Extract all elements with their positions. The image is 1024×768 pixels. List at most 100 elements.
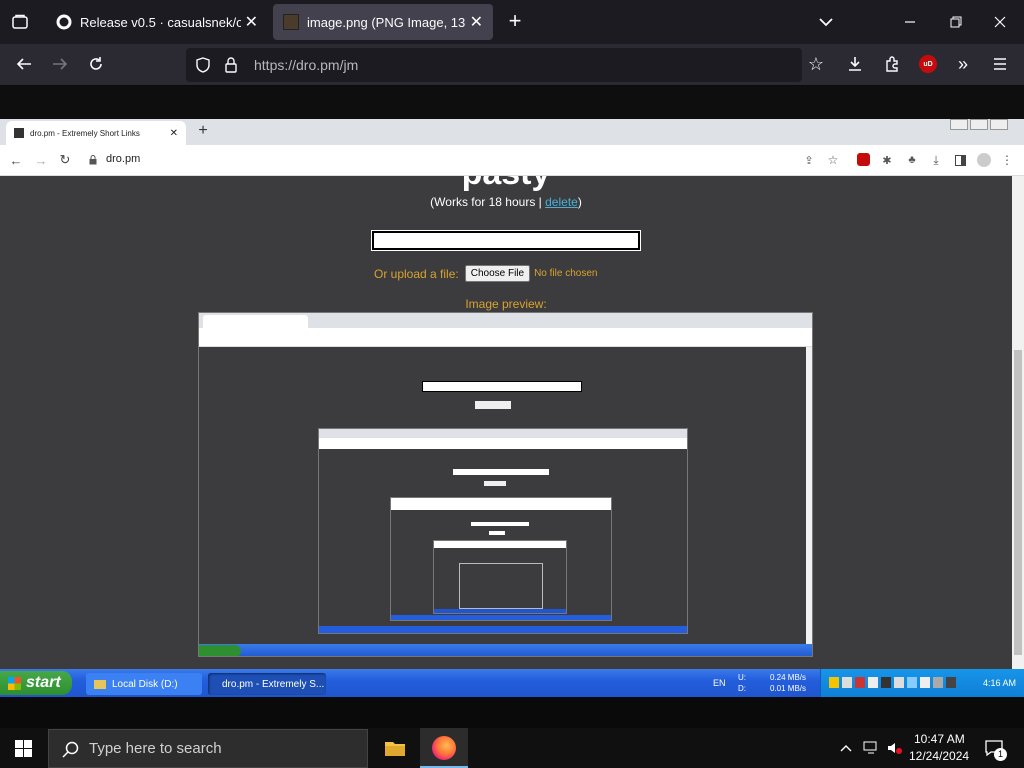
preview-l2-nav xyxy=(319,438,687,449)
reload-icon[interactable]: ↻ xyxy=(57,152,73,168)
tray-icon[interactable] xyxy=(894,677,904,688)
extension-puzzle-icon[interactable]: ♣ xyxy=(905,153,919,167)
chrome-window-controls xyxy=(950,119,1024,131)
chrome-scroll-thumb[interactable] xyxy=(1014,350,1022,655)
reload-icon[interactable] xyxy=(86,54,106,74)
preview-nav-bar xyxy=(199,328,812,347)
shield-tray-icon[interactable] xyxy=(829,677,839,688)
preview-l3-box xyxy=(489,531,505,535)
xp-system-tray: 4:16 AM xyxy=(820,669,1024,697)
tray-icon[interactable] xyxy=(855,677,865,688)
works-for-close: ) xyxy=(577,195,582,209)
xp-net-u-label: U: xyxy=(738,673,746,682)
side-panel-icon[interactable] xyxy=(953,153,967,167)
xp-lang[interactable]: EN xyxy=(713,678,726,688)
firefox-icon xyxy=(432,736,456,760)
url-bar[interactable]: https://dro.pm/jm xyxy=(186,48,802,82)
bookmark-star-icon[interactable]: ☆ xyxy=(826,153,840,167)
image-favicon-icon xyxy=(283,14,299,30)
choose-file-button[interactable]: Choose File xyxy=(464,265,531,282)
preview-l3-taskbar xyxy=(391,615,611,620)
preview-l2-input xyxy=(453,469,549,475)
list-all-tabs-icon[interactable] xyxy=(816,12,836,32)
minimize-icon[interactable] xyxy=(950,119,968,130)
preview-l4-taskbar xyxy=(434,609,566,613)
tray-icon[interactable] xyxy=(881,677,891,688)
new-tab-icon[interactable]: + xyxy=(504,8,526,33)
page-heading: pasty xyxy=(0,176,1012,193)
avatar[interactable] xyxy=(977,153,991,167)
tray-icon[interactable] xyxy=(946,677,956,688)
clock-time[interactable]: 10:47 AM xyxy=(914,732,965,746)
preview-l2-taskbar xyxy=(319,626,687,633)
ublock-icon[interactable] xyxy=(857,153,870,166)
url-text: https://dro.pm/jm xyxy=(254,57,359,73)
shield-icon[interactable] xyxy=(194,57,212,73)
windows-start-icon[interactable] xyxy=(14,739,32,757)
close-tab-icon[interactable]: ✕ xyxy=(470,12,483,32)
xp-clock[interactable]: 4:16 AM xyxy=(983,678,1016,688)
minimize-icon[interactable] xyxy=(900,12,920,32)
back-icon[interactable]: ← xyxy=(8,152,24,168)
close-icon[interactable] xyxy=(990,119,1008,130)
windows-search-box[interactable]: Type here to search xyxy=(48,729,368,768)
tray-icon[interactable] xyxy=(842,677,852,688)
chrome-url-text[interactable]: dro.pm xyxy=(106,153,140,165)
preview-l2-choose xyxy=(484,481,506,486)
forward-icon[interactable] xyxy=(50,54,70,74)
close-tab-icon[interactable]: ✕ xyxy=(245,12,258,32)
tab-release[interactable]: Release v0.5 · casualsnek/onthe ✕ xyxy=(46,4,268,40)
network-icon[interactable] xyxy=(862,740,880,756)
kebab-menu-icon[interactable]: ⋮ xyxy=(1001,153,1013,167)
chevron-up-icon[interactable] xyxy=(838,740,854,756)
link-input[interactable] xyxy=(371,230,641,251)
preview-level-3 xyxy=(390,497,612,621)
extensions-icon[interactable] xyxy=(882,54,902,74)
download-icon[interactable] xyxy=(845,54,865,74)
chrome-tab-label: dro.pm - Extremely Short Links xyxy=(30,128,140,138)
tray-icon[interactable] xyxy=(933,677,943,688)
restore-icon[interactable] xyxy=(946,12,966,32)
close-tab-icon[interactable]: ✕ xyxy=(170,128,178,139)
tab-image[interactable]: image.png (PNG Image, 1366 × ✕ xyxy=(273,4,493,40)
preview-l4-bar xyxy=(434,541,566,548)
preview-taskbar xyxy=(199,644,812,656)
menu-icon[interactable] xyxy=(990,54,1010,74)
file-explorer-icon[interactable] xyxy=(383,737,407,759)
overflow-icon[interactable]: » xyxy=(953,54,973,74)
chrome-tab[interactable]: dro.pm - Extremely Short Links ✕ xyxy=(6,121,186,145)
tray-icon[interactable] xyxy=(868,677,878,688)
notification-count-badge: 1 xyxy=(994,748,1007,761)
lock-icon[interactable] xyxy=(222,57,240,73)
tray-icon[interactable] xyxy=(907,677,917,688)
xp-task-local-disk[interactable]: Local Disk (D:) xyxy=(86,673,202,695)
back-icon[interactable] xyxy=(14,54,34,74)
firefox-taskbar-button[interactable] xyxy=(420,728,468,768)
image-viewer-background xyxy=(0,86,1024,120)
xp-task-chrome[interactable]: dro.pm - Extremely S... xyxy=(208,673,326,695)
preview-l3-bar xyxy=(391,498,611,510)
works-for-text: (Works for 18 hours | xyxy=(430,195,542,209)
favicon-icon xyxy=(14,128,24,138)
delete-link[interactable]: delete xyxy=(545,195,578,209)
share-icon[interactable]: ⇪ xyxy=(802,153,816,167)
clock-date[interactable]: 12/24/2024 xyxy=(909,749,969,763)
tab-overview-icon[interactable] xyxy=(10,12,30,32)
forward-icon[interactable]: → xyxy=(33,152,49,168)
ublock-icon[interactable]: uD xyxy=(919,55,937,73)
download-icon[interactable]: ⤓ xyxy=(929,153,943,167)
tab-label: Release v0.5 · casualsnek/onthe xyxy=(80,14,241,30)
preview-l4-inner xyxy=(459,563,543,609)
close-icon[interactable] xyxy=(990,12,1010,32)
new-tab-icon[interactable]: + xyxy=(194,122,212,140)
search-icon xyxy=(61,740,79,758)
extension-icon[interactable]: ✱ xyxy=(880,153,894,167)
xp-start-button[interactable]: start xyxy=(0,671,72,695)
volume-muted-icon[interactable] xyxy=(886,740,904,756)
bookmark-star-icon[interactable]: ☆ xyxy=(806,54,826,74)
xp-net-d-label: D: xyxy=(738,684,746,693)
works-for-line: (Works for 18 hours | delete) xyxy=(0,195,1012,209)
restore-icon[interactable] xyxy=(970,119,988,130)
preview-start xyxy=(199,645,241,656)
tray-icon[interactable] xyxy=(920,677,930,688)
